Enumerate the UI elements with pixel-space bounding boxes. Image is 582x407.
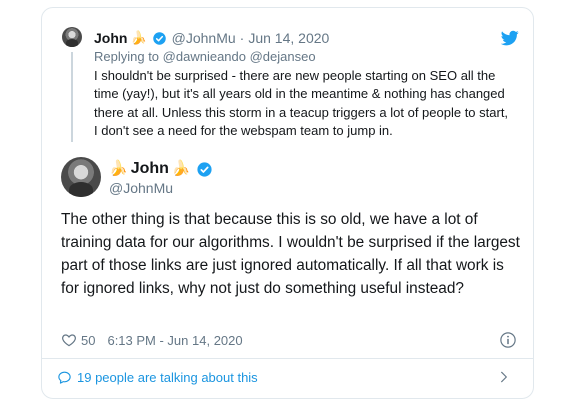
banana-emoji: 🍌 bbox=[130, 30, 147, 45]
quoted-header: John 🍌 @JohnMu · Jun 14, 2020 bbox=[94, 29, 329, 47]
twitter-bird-icon[interactable] bbox=[501, 29, 519, 47]
author-handle[interactable]: @JohnMu bbox=[109, 179, 173, 197]
banana-emoji-left: 🍌 bbox=[109, 160, 128, 177]
like-count[interactable]: 50 bbox=[81, 333, 95, 348]
quoted-tweet-text: I shouldn't be surprised - there are new… bbox=[94, 68, 509, 138]
conversation-link[interactable]: 19 people are talking about this bbox=[57, 366, 258, 388]
quoted-author-name[interactable]: John bbox=[94, 29, 127, 47]
thread-line bbox=[71, 52, 73, 142]
tweet-meta: 50 6:13 PM - Jun 14, 2020 bbox=[61, 330, 243, 350]
heart-icon[interactable] bbox=[61, 332, 77, 348]
conversation-link-text[interactable]: 19 people are talking about this bbox=[77, 370, 258, 385]
tweet-card: John 🍌 @JohnMu · Jun 14, 2020 Replying t… bbox=[41, 7, 534, 399]
author-name[interactable]: John bbox=[131, 159, 169, 179]
header-separator: · bbox=[239, 30, 245, 46]
divider bbox=[42, 358, 533, 359]
verified-badge-icon bbox=[197, 161, 212, 177]
replying-prefix: Replying to bbox=[94, 49, 160, 64]
info-icon[interactable] bbox=[499, 331, 517, 349]
banana-emoji-right: 🍌 bbox=[171, 160, 191, 177]
tweet-timestamp[interactable]: 6:13 PM - Jun 14, 2020 bbox=[107, 333, 242, 348]
replying-mentions[interactable]: @dawnieando @dejanseo bbox=[163, 49, 316, 64]
tweet-text: The other thing is that because this is … bbox=[61, 211, 520, 297]
verified-badge-icon bbox=[152, 31, 166, 45]
chevron-right-icon[interactable] bbox=[497, 369, 511, 385]
quoted-date[interactable]: Jun 14, 2020 bbox=[248, 29, 329, 47]
quoted-author-handle[interactable]: @JohnMu bbox=[172, 29, 236, 47]
replying-to: Replying to @dawnieando @dejanseo bbox=[94, 49, 316, 65]
comment-icon bbox=[58, 371, 71, 384]
author-name-row[interactable]: 🍌 John 🍌 bbox=[109, 159, 218, 179]
quoted-avatar[interactable] bbox=[62, 27, 82, 47]
author-avatar[interactable] bbox=[61, 157, 101, 197]
